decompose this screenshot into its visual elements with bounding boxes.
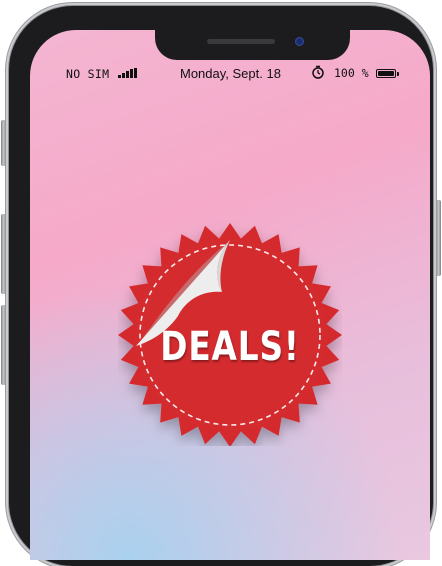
battery-level-fill bbox=[378, 71, 394, 76]
phone-frame: NO SIM Monday, Sept. 18 100 % DEALS! bbox=[9, 6, 433, 566]
date-label: Monday, Sept. 18 bbox=[180, 66, 281, 81]
status-bar: NO SIM Monday, Sept. 18 100 % bbox=[30, 64, 430, 82]
side-button-volume-down bbox=[1, 305, 6, 385]
carrier-label: NO SIM bbox=[66, 67, 110, 81]
side-button-volume-up bbox=[1, 214, 6, 294]
phone-screen: NO SIM Monday, Sept. 18 100 % DEALS! bbox=[30, 30, 430, 560]
phone-notch bbox=[155, 30, 350, 60]
front-camera-icon bbox=[295, 37, 304, 46]
battery-icon bbox=[376, 69, 396, 78]
signal-bars-icon bbox=[118, 68, 138, 78]
deals-label: DEALS! bbox=[160, 324, 300, 370]
battery-tip bbox=[397, 72, 399, 76]
side-button-top bbox=[1, 120, 6, 166]
deals-sticker[interactable]: DEALS! bbox=[118, 220, 342, 447]
alarm-clock-icon bbox=[312, 65, 324, 79]
speaker-grille bbox=[207, 39, 275, 44]
battery-percent-label: 100 % bbox=[334, 66, 369, 80]
side-button-power bbox=[436, 200, 441, 276]
